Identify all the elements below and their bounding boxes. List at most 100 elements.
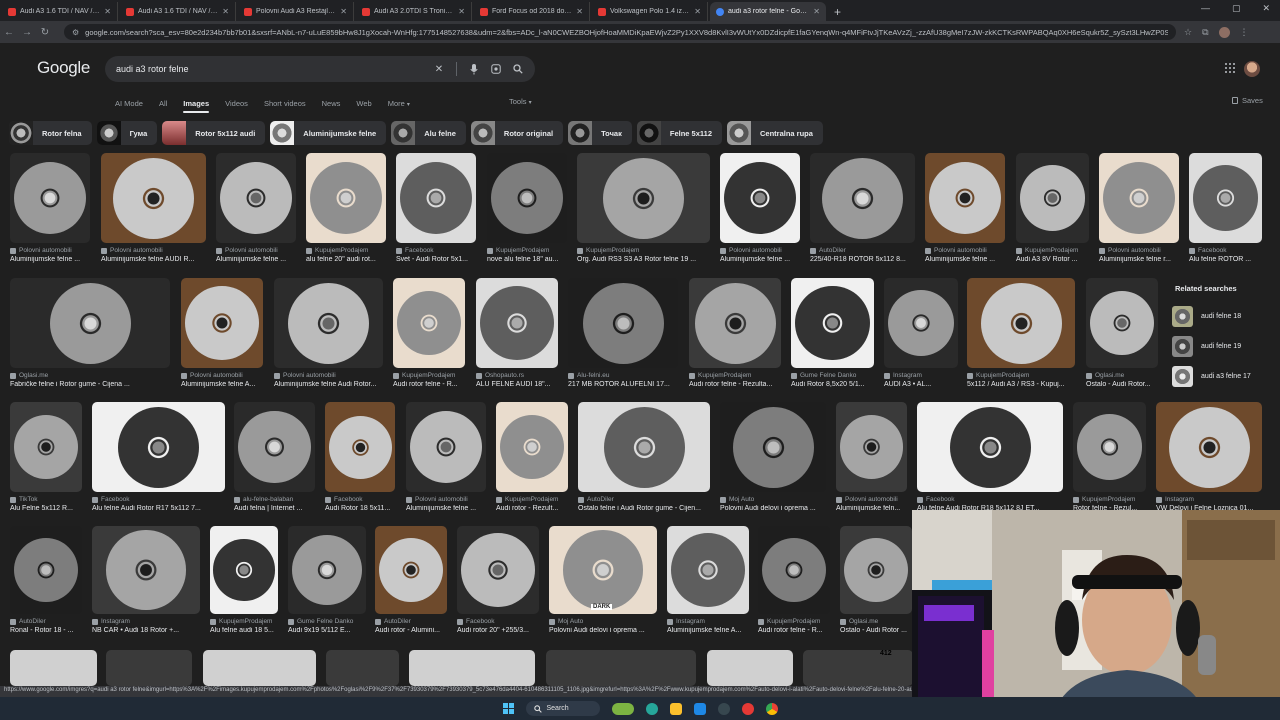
result-title[interactable]: Polovni Audi delovi i oprema ...: [549, 627, 657, 634]
result-title[interactable]: nove alu felne 18" au...: [487, 256, 567, 263]
image-result[interactable]: Polovni automobili Aluminijumske felne A.…: [181, 278, 263, 388]
result-title[interactable]: 225/40-R18 ROTOR 5x112 8...: [810, 256, 915, 263]
result-title[interactable]: Alu felne audi 18 5...: [210, 627, 278, 634]
image-result[interactable]: Facebook Svet - Audi Rotor 5x1...: [396, 153, 476, 263]
image-result[interactable]: KupujemProdajem nove alu felne 18" au...: [487, 153, 567, 263]
image-result[interactable]: Polovni automobili Aluminijumske felne ..…: [10, 153, 90, 263]
taskbar-search[interactable]: Search: [525, 701, 600, 716]
image-result[interactable]: Facebook Alu felne ROTOR ...: [1189, 153, 1262, 263]
windows-start-icon[interactable]: [502, 703, 514, 714]
result-title[interactable]: Audi Rotor 18 5x11...: [325, 505, 395, 512]
result-title[interactable]: Aluminijumske felne A...: [667, 627, 749, 634]
widgets-icon[interactable]: [611, 702, 634, 715]
image-result[interactable]: Facebook Alu felne Audi Rotor R18 5x112 8…: [917, 402, 1063, 512]
related-search-item[interactable]: audi felne 18: [1170, 303, 1270, 329]
result-thumbnail[interactable]: [1016, 153, 1089, 243]
image-result[interactable]: KupujemProdajem Audi rotor felne - R...: [758, 526, 830, 634]
result-thumbnail[interactable]: [10, 278, 170, 368]
image-result[interactable]: KupujemProdajem 5x112 / Audi A3 / RS3 - K…: [967, 278, 1075, 388]
result-thumbnail[interactable]: [181, 278, 263, 368]
result-thumbnail[interactable]: [10, 650, 97, 686]
result-title[interactable]: Audi A3 8V Rotor ...: [1016, 256, 1089, 263]
image-result[interactable]: Instagram AUDI A3 • AL...: [884, 278, 958, 388]
result-thumbnail[interactable]: [203, 650, 316, 686]
result-thumbnail[interactable]: [1086, 278, 1158, 368]
result-thumbnail[interactable]: [577, 153, 710, 243]
result-thumbnail[interactable]: [549, 526, 657, 614]
image-result[interactable]: KupujemProdajem Audi rotor felne - R...: [393, 278, 465, 388]
image-result[interactable]: Polovni automobili Aluminijumske felne ..…: [720, 153, 800, 263]
result-title[interactable]: Svet - Audi Rotor 5x1...: [396, 256, 476, 263]
result-title[interactable]: Audi rotor - Alumini...: [375, 627, 447, 634]
result-thumbnail[interactable]: [568, 278, 678, 368]
result-thumbnail[interactable]: [101, 153, 206, 243]
image-result[interactable]: Facebook Audi Rotor 18 5x11...: [325, 402, 395, 512]
result-title[interactable]: Ostalo - Audi Rotor...: [1086, 381, 1158, 388]
image-result[interactable]: Polovni automobili Aluminijumske feln...: [836, 402, 907, 512]
result-title[interactable]: Audi rotor felne - R...: [758, 627, 830, 634]
image-result[interactable]: Polovni automobili Aluminijumske felne AU…: [101, 153, 206, 263]
result-thumbnail[interactable]: [496, 402, 568, 492]
result-thumbnail[interactable]: [406, 402, 486, 492]
result-thumbnail[interactable]: [791, 278, 874, 368]
image-result[interactable]: AutoDiler Ronal - Rotor 18 - ...: [10, 526, 82, 634]
result-thumbnail[interactable]: [667, 526, 749, 614]
result-title[interactable]: Aluminijumske feln...: [836, 505, 907, 512]
result-thumbnail[interactable]: [10, 402, 82, 492]
result-thumbnail[interactable]: [325, 402, 395, 492]
related-search-item[interactable]: audi felne 19: [1170, 333, 1270, 359]
file-explorer-icon[interactable]: [669, 702, 682, 715]
image-result[interactable]: Oglasi.me Fabričke felne i Rotor gume - C…: [10, 278, 170, 388]
result-title[interactable]: Alu Felne 5x112 R...: [10, 505, 82, 512]
app-icon[interactable]: [741, 702, 754, 715]
image-result[interactable]: alu-felne-balaban Audi felna | Internet .…: [234, 402, 315, 512]
result-thumbnail[interactable]: [92, 526, 200, 614]
image-result[interactable]: Instagram VW Delovi i Felne Loznica 01...: [1156, 402, 1262, 512]
result-thumbnail[interactable]: [92, 402, 225, 492]
result-title[interactable]: NB CAR • Audi 18 Rotor +...: [92, 627, 200, 634]
result-thumbnail[interactable]: [578, 402, 710, 492]
result-thumbnail[interactable]: [10, 526, 82, 614]
result-title[interactable]: Audi felna | Internet ...: [234, 505, 315, 512]
result-title[interactable]: Aluminijumske felne r...: [1099, 256, 1179, 263]
result-thumbnail[interactable]: [689, 278, 781, 368]
related-search-item[interactable]: audi a3 felne 17: [1170, 363, 1270, 389]
edge-icon[interactable]: [645, 702, 658, 715]
result-thumbnail[interactable]: [720, 153, 800, 243]
image-result[interactable]: Oshopauto.rs ALU FELNE AUDI 18"...: [476, 278, 558, 388]
result-thumbnail[interactable]: [884, 278, 958, 368]
result-thumbnail[interactable]: [810, 153, 915, 243]
result-title[interactable]: Aluminijumske felne ...: [720, 256, 800, 263]
image-result[interactable]: KupujemProdajem Audi rotor felne - Rezult…: [689, 278, 781, 388]
image-result[interactable]: KupujemProdajem Rotor felne - Rezul...: [1073, 402, 1146, 512]
image-result[interactable]: Polovni automobili Aluminijumske felne ..…: [925, 153, 1005, 263]
result-thumbnail[interactable]: [1189, 153, 1262, 243]
result-title[interactable]: Audi rotor felne - R...: [393, 381, 465, 388]
image-result[interactable]: Instagram Aluminijumske felne A...: [667, 526, 749, 634]
image-result[interactable]: Polovni automobili Aluminijumske felne Au…: [274, 278, 383, 388]
image-result[interactable]: Polovni automobili Aluminijumske felne ..…: [406, 402, 486, 512]
image-result[interactable]: AutoDiler 225/40-R18 ROTOR 5x112 8...: [810, 153, 915, 263]
result-title[interactable]: Ostalo - Audi Rotor ...: [840, 627, 912, 634]
image-result[interactable]: Polovni automobili Aluminijumske felne ..…: [216, 153, 296, 263]
image-result[interactable]: AutoDiler Ostalo felne i Audi Rotor gume …: [578, 402, 710, 512]
result-thumbnail[interactable]: [720, 402, 826, 492]
image-result[interactable]: Oglasi.me Ostalo - Audi Rotor...: [1086, 278, 1158, 388]
result-thumbnail[interactable]: [487, 153, 567, 243]
result-thumbnail[interactable]: [274, 278, 383, 368]
result-title[interactable]: Ronal - Rotor 18 - ...: [10, 627, 82, 634]
image-result[interactable]: KupujemProdajem Alu felne audi 18 5...: [210, 526, 278, 634]
result-thumbnail[interactable]: [210, 526, 278, 614]
result-thumbnail[interactable]: [476, 278, 558, 368]
result-title[interactable]: Aluminijumske felne ...: [406, 505, 486, 512]
result-title[interactable]: Alu felne Audi Rotor R17 5x112 7...: [92, 505, 225, 512]
result-thumbnail[interactable]: [393, 278, 465, 368]
result-title[interactable]: Aluminijumske felne AUDI R...: [101, 256, 206, 263]
result-title[interactable]: Audi 9x19 5/112 E...: [288, 627, 366, 634]
result-title[interactable]: alu felne 20" audi rot...: [306, 256, 386, 263]
image-result[interactable]: KupujemProdajem Org. Audi RS3 S3 A3 Rotor…: [577, 153, 710, 263]
result-thumbnail[interactable]: [967, 278, 1075, 368]
result-thumbnail[interactable]: [10, 153, 90, 243]
image-result[interactable]: Gume Felne Danko Audi Rotor 8,5x20 5/1...: [791, 278, 874, 388]
result-title[interactable]: Alu felne ROTOR ...: [1189, 256, 1262, 263]
